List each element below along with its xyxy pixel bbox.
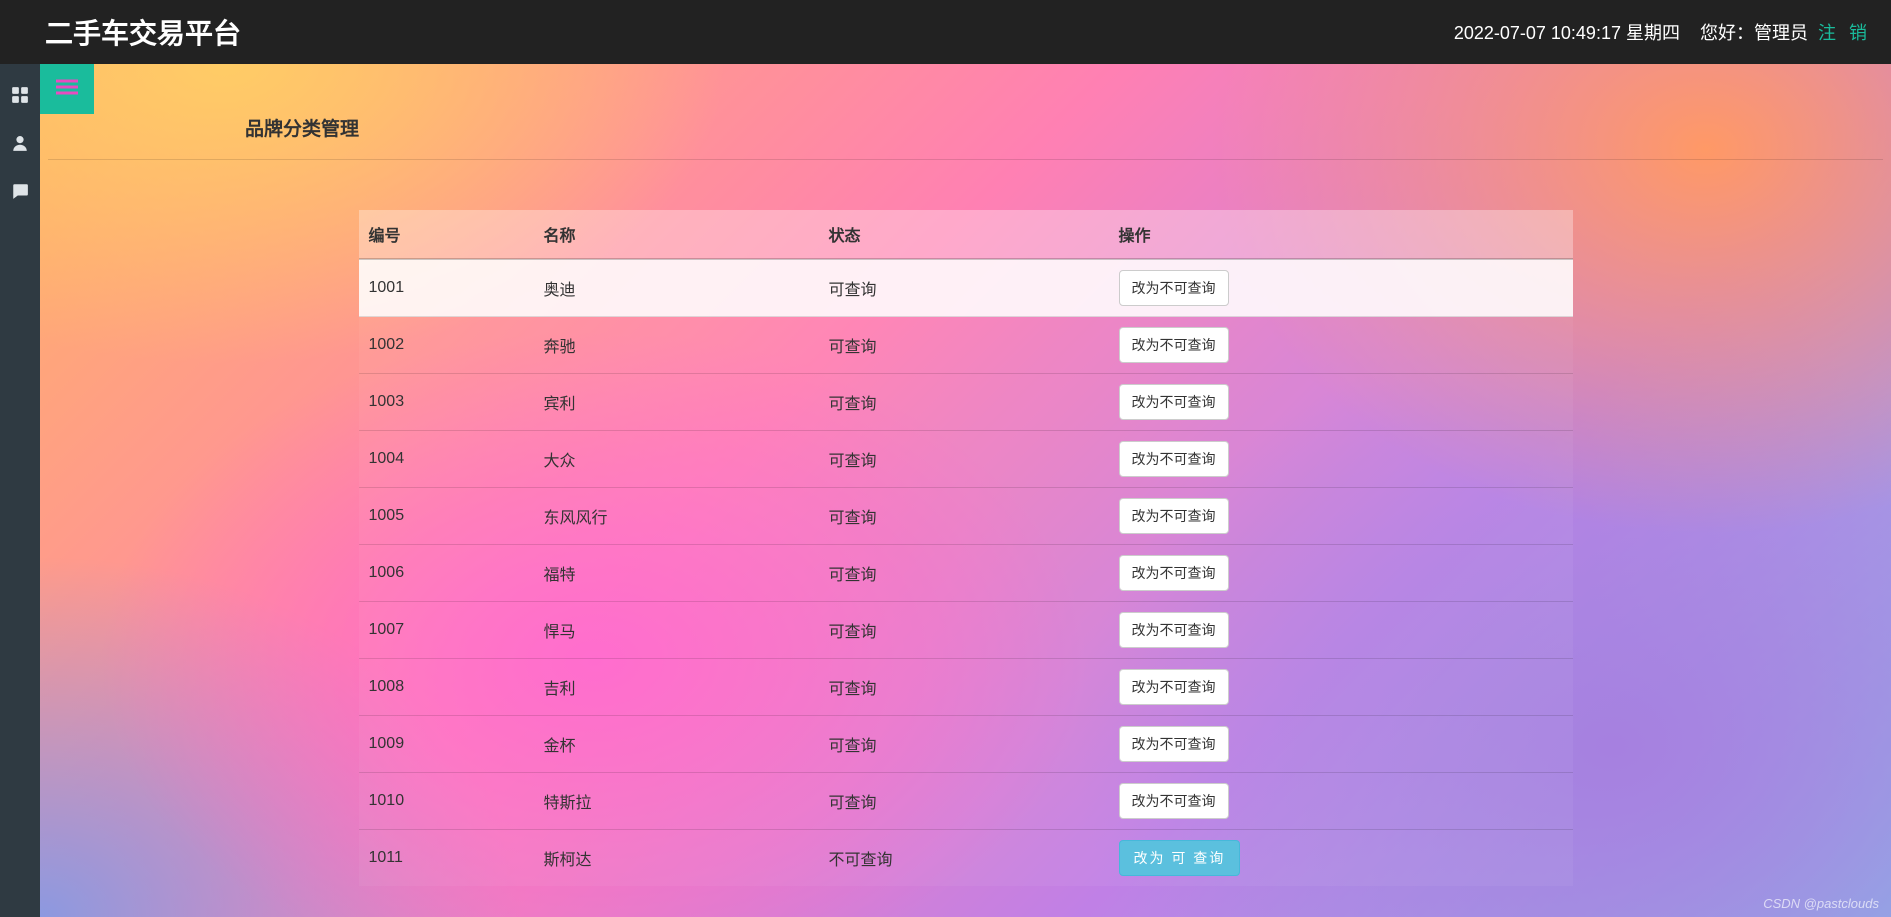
menu-toggle-button[interactable] [40,64,94,114]
toggle-status-button[interactable]: 改为不可查询 [1119,270,1229,306]
toggle-status-button[interactable]: 改为不可查询 [1119,669,1229,705]
cell-action: 改为不可查询 [1109,488,1573,545]
logout-link[interactable]: 注 销 [1818,19,1871,45]
cell-name: 特斯拉 [534,773,819,830]
table-row: 1004大众可查询改为不可查询 [359,431,1573,488]
cell-id: 1006 [359,545,534,602]
cell-name: 吉利 [534,659,819,716]
cell-id: 1011 [359,830,534,887]
cell-action: 改为不可查询 [1109,374,1573,431]
greeting-text: 您好：管理员 [1700,19,1808,45]
cell-action: 改为 可 查询 [1109,830,1573,887]
cell-action: 改为不可查询 [1109,773,1573,830]
toggle-status-button[interactable]: 改为不可查询 [1119,726,1229,762]
table-row: 1003宾利可查询改为不可查询 [359,374,1573,431]
cell-action: 改为不可查询 [1109,259,1573,317]
cell-status: 可查询 [819,317,1109,374]
cell-id: 1010 [359,773,534,830]
cell-name: 大众 [534,431,819,488]
cell-status: 不可查询 [819,830,1109,887]
cell-id: 1001 [359,259,534,317]
user-icon[interactable] [11,134,29,152]
toggle-status-button[interactable]: 改为 可 查询 [1119,840,1241,876]
main-content: 品牌分类管理 编号 名称 状态 操作 1001奥迪可查询改为不可查询1002奔驰… [40,64,1891,917]
cell-id: 1005 [359,488,534,545]
table-row: 1001奥迪可查询改为不可查询 [359,259,1573,317]
datetime-display: 2022-07-07 10:49:17 星期四 [1454,19,1680,45]
toggle-status-button[interactable]: 改为不可查询 [1119,555,1229,591]
brand-table: 编号 名称 状态 操作 1001奥迪可查询改为不可查询1002奔驰可查询改为不可… [359,210,1573,886]
cell-status: 可查询 [819,716,1109,773]
cell-name: 福特 [534,545,819,602]
cell-id: 1008 [359,659,534,716]
th-action: 操作 [1109,210,1573,259]
apps-icon[interactable] [11,86,29,104]
th-id: 编号 [359,210,534,259]
cell-status: 可查询 [819,545,1109,602]
cell-id: 1003 [359,374,534,431]
cell-name: 斯柯达 [534,830,819,887]
cell-name: 东风风行 [534,488,819,545]
th-status: 状态 [819,210,1109,259]
cell-id: 1002 [359,317,534,374]
cell-status: 可查询 [819,488,1109,545]
toggle-status-button[interactable]: 改为不可查询 [1119,384,1229,420]
page-title: 品牌分类管理 [245,114,1891,159]
cell-status: 可查询 [819,431,1109,488]
table-row: 1005东风风行可查询改为不可查询 [359,488,1573,545]
cell-id: 1007 [359,602,534,659]
cell-action: 改为不可查询 [1109,317,1573,374]
toggle-status-button[interactable]: 改为不可查询 [1119,327,1229,363]
cell-action: 改为不可查询 [1109,659,1573,716]
cell-status: 可查询 [819,659,1109,716]
cell-id: 1009 [359,716,534,773]
cell-status: 可查询 [819,773,1109,830]
table-row: 1009金杯可查询改为不可查询 [359,716,1573,773]
cell-name: 奥迪 [534,259,819,317]
chat-icon[interactable] [11,182,29,200]
sidebar [0,64,40,917]
toggle-status-button[interactable]: 改为不可查询 [1119,612,1229,648]
toggle-status-button[interactable]: 改为不可查询 [1119,498,1229,534]
cell-name: 金杯 [534,716,819,773]
cell-name: 悍马 [534,602,819,659]
cell-status: 可查询 [819,259,1109,317]
divider [48,159,1883,160]
table-row: 1007悍马可查询改为不可查询 [359,602,1573,659]
cell-status: 可查询 [819,602,1109,659]
cell-action: 改为不可查询 [1109,545,1573,602]
cell-action: 改为不可查询 [1109,431,1573,488]
cell-name: 奔驰 [534,317,819,374]
topbar: 二手车交易平台 2022-07-07 10:49:17 星期四 您好：管理员 注… [0,0,1891,64]
toggle-status-button[interactable]: 改为不可查询 [1119,441,1229,477]
table-row: 1010特斯拉可查询改为不可查询 [359,773,1573,830]
table-row: 1008吉利可查询改为不可查询 [359,659,1573,716]
table-row: 1002奔驰可查询改为不可查询 [359,317,1573,374]
toggle-status-button[interactable]: 改为不可查询 [1119,783,1229,819]
app-title: 二手车交易平台 [45,12,241,52]
hamburger-icon [56,78,78,101]
cell-status: 可查询 [819,374,1109,431]
cell-action: 改为不可查询 [1109,716,1573,773]
table-row: 1006福特可查询改为不可查询 [359,545,1573,602]
th-name: 名称 [534,210,819,259]
table-row: 1011斯柯达不可查询改为 可 查询 [359,830,1573,887]
cell-id: 1004 [359,431,534,488]
cell-name: 宾利 [534,374,819,431]
cell-action: 改为不可查询 [1109,602,1573,659]
